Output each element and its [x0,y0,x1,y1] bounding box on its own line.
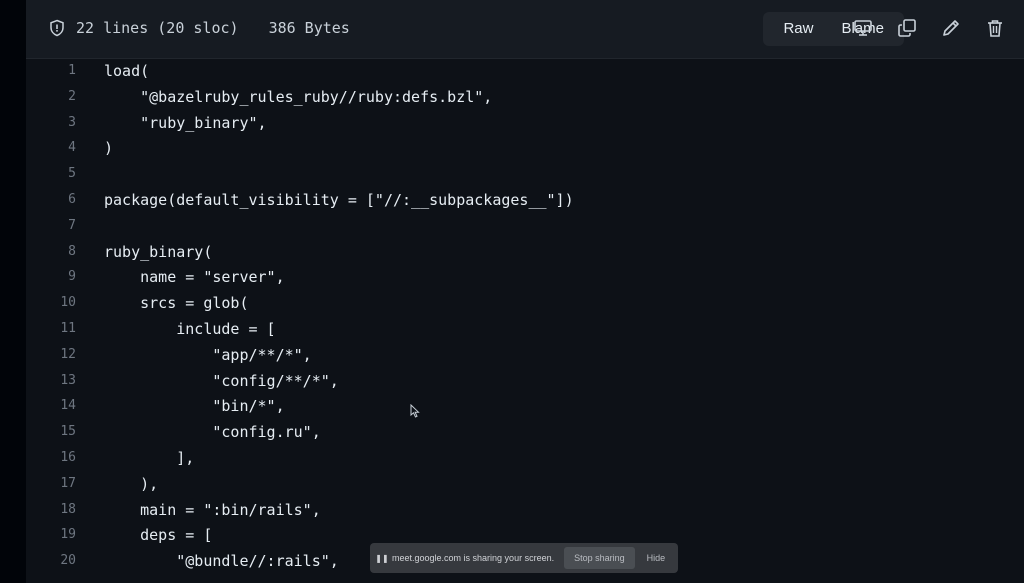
code-line: 18 main = ":bin/rails", [26,497,1024,523]
line-content: ) [104,139,114,158]
stop-sharing-button[interactable]: Stop sharing [564,547,635,569]
code-line: 3 "ruby_binary", [26,110,1024,136]
line-content: "@bundle//:rails", [104,552,339,571]
line-number[interactable]: 3 [26,110,76,136]
line-content: load( [104,62,150,80]
mouse-cursor-icon [410,403,420,418]
line-number[interactable]: 19 [26,522,76,548]
share-message: meet.google.com is sharing your screen. [392,553,555,563]
file-info: 22 lines (20 sloc) 386 Bytes [48,16,350,40]
line-content: "@bazelruby_rules_ruby//ruby:defs.bzl", [104,87,493,106]
code-line: 7 [26,213,1024,239]
trash-icon[interactable] [984,17,1006,39]
code-line: 6 package(default_visibility = ["//:__sub… [26,187,1024,213]
screen-share-banner: ❚❚ meet.google.com is sharing your scree… [370,543,678,573]
line-number[interactable]: 6 [26,187,76,213]
code-line: 15 "config.ru", [26,419,1024,445]
pause-icon: ❚❚ [375,553,389,563]
code-line: 4) [26,135,1024,161]
line-content: deps = [ [104,526,213,545]
line-number[interactable]: 20 [26,548,76,574]
file-header: 22 lines (20 sloc) 386 Bytes Raw Blame [26,0,1024,59]
line-content: "ruby_binary", [104,113,267,132]
line-number[interactable]: 13 [26,368,76,394]
code-line: 17 ), [26,471,1024,497]
code-line: 8 ruby_binary( [26,239,1024,265]
line-content: ), [104,474,159,493]
line-number[interactable]: 15 [26,419,76,445]
line-content: "bin/*", [104,397,285,416]
copy-icon[interactable] [896,17,918,39]
line-number[interactable]: 14 [26,393,76,419]
line-content: name = "server", [104,268,285,287]
line-number[interactable]: 2 [26,84,76,110]
line-number[interactable]: 8 [26,239,76,265]
line-number[interactable]: 16 [26,445,76,471]
line-content: "config/**/*", [104,371,339,390]
code-line: 16 ], [26,445,1024,471]
code-viewer: 22 lines (20 sloc) 386 Bytes Raw Blame 1… [26,0,1024,583]
line-number[interactable]: 5 [26,161,76,187]
line-number[interactable]: 18 [26,497,76,523]
line-content: main = ":bin/rails", [104,500,321,519]
line-number[interactable]: 9 [26,264,76,290]
line-number[interactable]: 10 [26,290,76,316]
line-number[interactable]: 1 [26,58,76,84]
code-line: 5 [26,161,1024,187]
line-number[interactable]: 4 [26,135,76,161]
code-line: 10 srcs = glob( [26,290,1024,316]
code-line: 12 "app/**/*", [26,342,1024,368]
desktop-icon[interactable] [852,17,874,39]
line-content: "app/**/*", [104,345,312,364]
line-number[interactable]: 12 [26,342,76,368]
line-number[interactable]: 11 [26,316,76,342]
line-number[interactable]: 7 [26,213,76,239]
file-icon-actions [852,14,1006,42]
pencil-icon[interactable] [940,17,962,39]
code-line: 11 include = [ [26,316,1024,342]
line-number[interactable]: 17 [26,471,76,497]
raw-button[interactable]: Raw [769,12,827,46]
line-content: srcs = glob( [104,294,249,313]
line-content: "config.ru", [104,423,321,442]
code-block: 1 load( 2 "@bazelruby_rules_ruby//ruby:def… [26,58,1024,583]
code-line: 14 "bin/*", [26,393,1024,419]
hide-button[interactable]: Hide [647,553,666,563]
file-size: 386 Bytes [268,19,350,37]
line-content: package(default_visibility = ["//:__subp… [104,191,574,209]
code-line: 2 "@bazelruby_rules_ruby//ruby:defs.bzl"… [26,84,1024,110]
line-content: ruby_binary( [104,242,213,261]
code-line: 1 load( [26,58,1024,84]
code-line: 9 name = "server", [26,264,1024,290]
code-line: 13 "config/**/*", [26,368,1024,394]
line-content: ], [104,449,195,467]
line-content: include = [ [104,320,276,338]
line-count: 22 lines (20 sloc) [76,19,239,37]
shield-icon [48,19,66,37]
